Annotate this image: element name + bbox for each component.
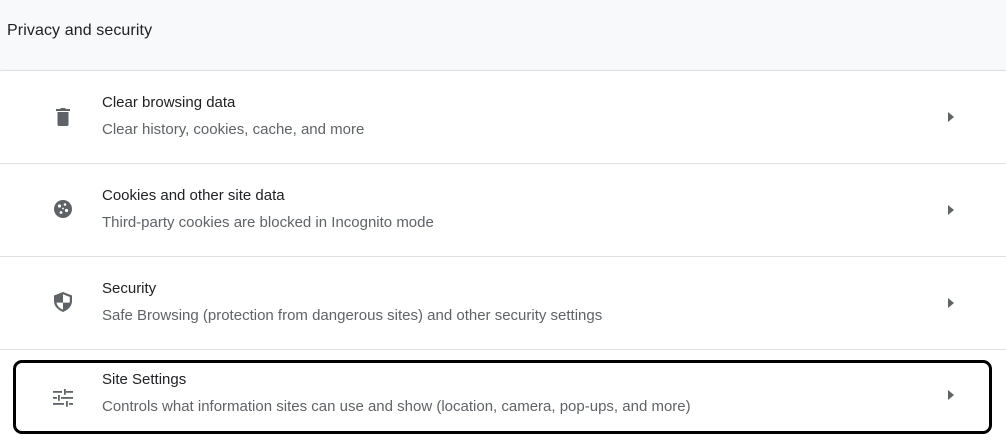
arrow-right-icon	[946, 203, 956, 217]
section-title: Privacy and security	[7, 22, 153, 39]
row-sublabel: Clear history, cookies, cache, and more	[102, 121, 365, 138]
row-label: Site Settings	[102, 371, 187, 388]
shield-icon	[52, 291, 74, 313]
row-sublabel: Controls what information sites can use …	[102, 398, 691, 415]
settings-page: Privacy and security Clear browsing data…	[0, 0, 1006, 445]
clear-browsing-data-text: Clear browsing data Clear history, cooki…	[102, 93, 922, 140]
clear-browsing-data-row[interactable]: Clear browsing data Clear history, cooki…	[0, 71, 1006, 163]
site-settings-row[interactable]: Site Settings Controls what information …	[0, 350, 1006, 442]
trash-icon	[52, 106, 74, 128]
row-label: Cookies and other site data	[102, 187, 285, 204]
security-text: Security Safe Browsing (protection from …	[102, 279, 922, 326]
tune-icon	[52, 387, 74, 409]
row-sublabel: Safe Browsing (protection from dangerous…	[102, 307, 603, 324]
security-row[interactable]: Security Safe Browsing (protection from …	[0, 257, 1006, 349]
arrow-right-icon	[946, 110, 956, 124]
arrow-right-icon	[946, 388, 956, 402]
row-label: Security	[102, 280, 157, 297]
site-settings-text: Site Settings Controls what information …	[102, 370, 922, 417]
row-sublabel: Third-party cookies are blocked in Incog…	[102, 214, 434, 231]
cookies-text: Cookies and other site data Third-party …	[102, 186, 922, 233]
row-label: Clear browsing data	[102, 94, 236, 111]
cookie-icon	[52, 198, 74, 220]
cookies-row[interactable]: Cookies and other site data Third-party …	[0, 164, 1006, 256]
arrow-right-icon	[946, 296, 956, 310]
privacy-security-card: Clear browsing data Clear history, cooki…	[0, 70, 1006, 445]
